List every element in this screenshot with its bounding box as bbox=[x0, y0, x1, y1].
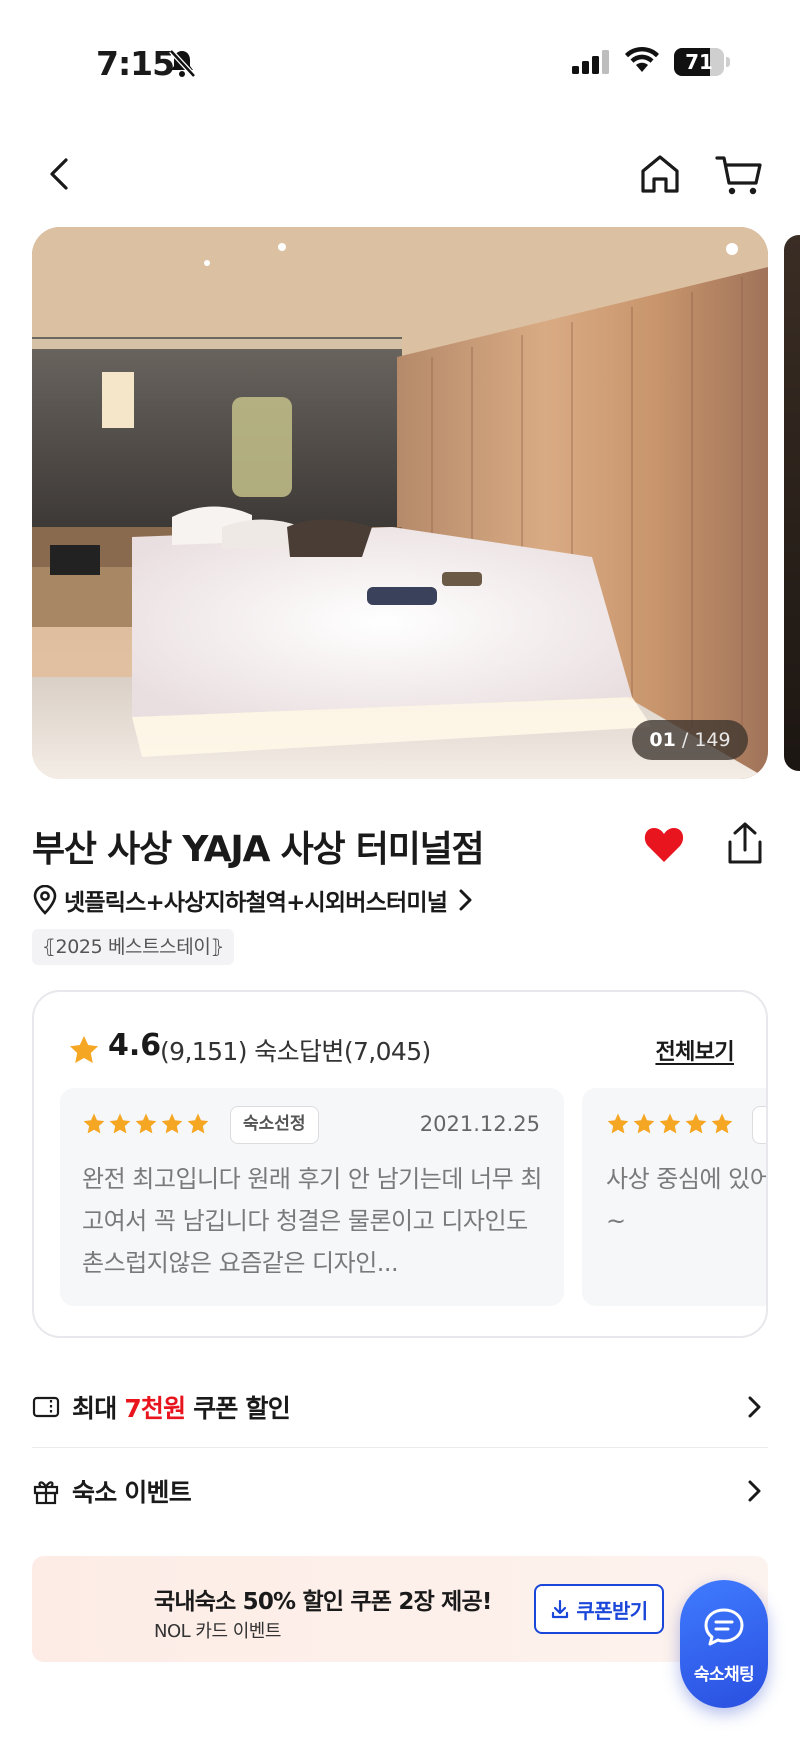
review-stars bbox=[82, 1112, 210, 1136]
get-coupon-label: 쿠폰받기 bbox=[576, 1598, 648, 1623]
chat-label: 숙소채팅 bbox=[693, 1665, 755, 1685]
rating-score: 4.6 bbox=[108, 1028, 162, 1063]
status-bar: 7:15 71 bbox=[0, 0, 800, 130]
location-text: 넷플릭스+사상지하철역+시외버스터미널 bbox=[64, 890, 448, 916]
hotel-chat-button[interactable]: 숙소채팅 bbox=[680, 1580, 768, 1708]
star-icon bbox=[187, 1113, 209, 1134]
promo-title: 국내숙소 50% 할인 쿠폰 2장 제공! bbox=[154, 1589, 492, 1615]
view-all-reviews-link[interactable]: 전체보기 bbox=[655, 1034, 734, 1066]
star-icon bbox=[711, 1113, 733, 1134]
hotel-name: 부산 사상 YAJA 사상 터미널점 bbox=[32, 829, 485, 870]
location-pin-icon bbox=[33, 885, 57, 915]
star-icon bbox=[135, 1113, 157, 1134]
photo-gallery[interactable] bbox=[32, 227, 768, 779]
bell-muted-icon bbox=[169, 49, 196, 78]
get-coupon-button[interactable]: 쿠폰받기 bbox=[534, 1584, 664, 1634]
battery-level: 71 bbox=[685, 50, 713, 74]
review-item[interactable]: 사상 중심에 있어 ~ bbox=[582, 1088, 768, 1306]
coupon-icon bbox=[32, 1396, 60, 1417]
review-body: 사상 중심에 있어 ~ bbox=[606, 1165, 768, 1235]
star-icon bbox=[109, 1113, 131, 1134]
share-icon[interactable] bbox=[724, 820, 766, 866]
cart-icon[interactable] bbox=[714, 150, 764, 198]
wifi-icon bbox=[625, 46, 659, 72]
review-date: 2021.12.25 bbox=[419, 1112, 540, 1136]
review-stars bbox=[606, 1112, 734, 1136]
coupon-label: 최대 7천원 쿠폰 할인 bbox=[72, 1393, 291, 1423]
chevron-right-icon bbox=[748, 1480, 761, 1502]
chevron-right-icon bbox=[748, 1396, 761, 1418]
star-icon bbox=[685, 1113, 707, 1134]
review-item[interactable]: 숙소선정 2021.12.25 완전 최고입니다 원래 후기 안 남기는데 너무… bbox=[60, 1088, 564, 1306]
download-icon bbox=[552, 1599, 569, 1619]
review-body: 완전 최고입니다 원래 후기 안 남기는데 너무 최고여서 꼭 남깁니다 청결은… bbox=[82, 1165, 542, 1277]
promo-subtitle: NOL 카드 이벤트 bbox=[154, 1621, 281, 1642]
home-icon[interactable] bbox=[636, 150, 684, 198]
chevron-right-icon bbox=[459, 889, 472, 911]
star-icon bbox=[633, 1113, 655, 1134]
battery-icon: 71 bbox=[674, 48, 730, 76]
star-icon bbox=[83, 1113, 105, 1134]
review-summary-card: 4.6 (9,151) 숙소답변(7,045) 전체보기 숙소선정 2021.1… bbox=[32, 990, 768, 1338]
coupon-discount-row[interactable]: 최대 7천원 쿠폰 할인 bbox=[32, 1366, 768, 1448]
promo-banner[interactable]: 국내숙소 50% 할인 쿠폰 2장 제공! NOL 카드 이벤트 쿠폰받기 bbox=[32, 1556, 768, 1662]
heart-filled-icon[interactable] bbox=[642, 822, 686, 866]
chat-bubble-icon bbox=[704, 1608, 744, 1646]
photo-counter: 01 / 149 bbox=[632, 720, 748, 760]
status-time: 7:15 bbox=[96, 44, 175, 83]
best-stay-badge: ⦃2025 베스트스테이⦄ bbox=[32, 929, 234, 965]
back-chevron-icon[interactable] bbox=[40, 152, 80, 196]
hotel-event-row[interactable]: 숙소 이벤트 bbox=[32, 1450, 768, 1532]
review-count: (9,151) 숙소답변(7,045) bbox=[160, 1037, 431, 1066]
star-icon bbox=[607, 1113, 629, 1134]
review-tag: 숙소선정 bbox=[230, 1106, 319, 1144]
cellular-signal-icon bbox=[572, 50, 609, 74]
next-photo-peek[interactable] bbox=[784, 235, 800, 771]
review-tag bbox=[752, 1106, 766, 1144]
star-icon bbox=[161, 1113, 183, 1134]
room-photo bbox=[32, 227, 768, 779]
gift-icon bbox=[33, 1481, 59, 1505]
event-label: 숙소 이벤트 bbox=[72, 1478, 192, 1507]
location-link[interactable]: 넷플릭스+사상지하철역+시외버스터미널 bbox=[32, 884, 475, 916]
star-icon bbox=[659, 1113, 681, 1134]
star-icon bbox=[70, 1036, 98, 1063]
